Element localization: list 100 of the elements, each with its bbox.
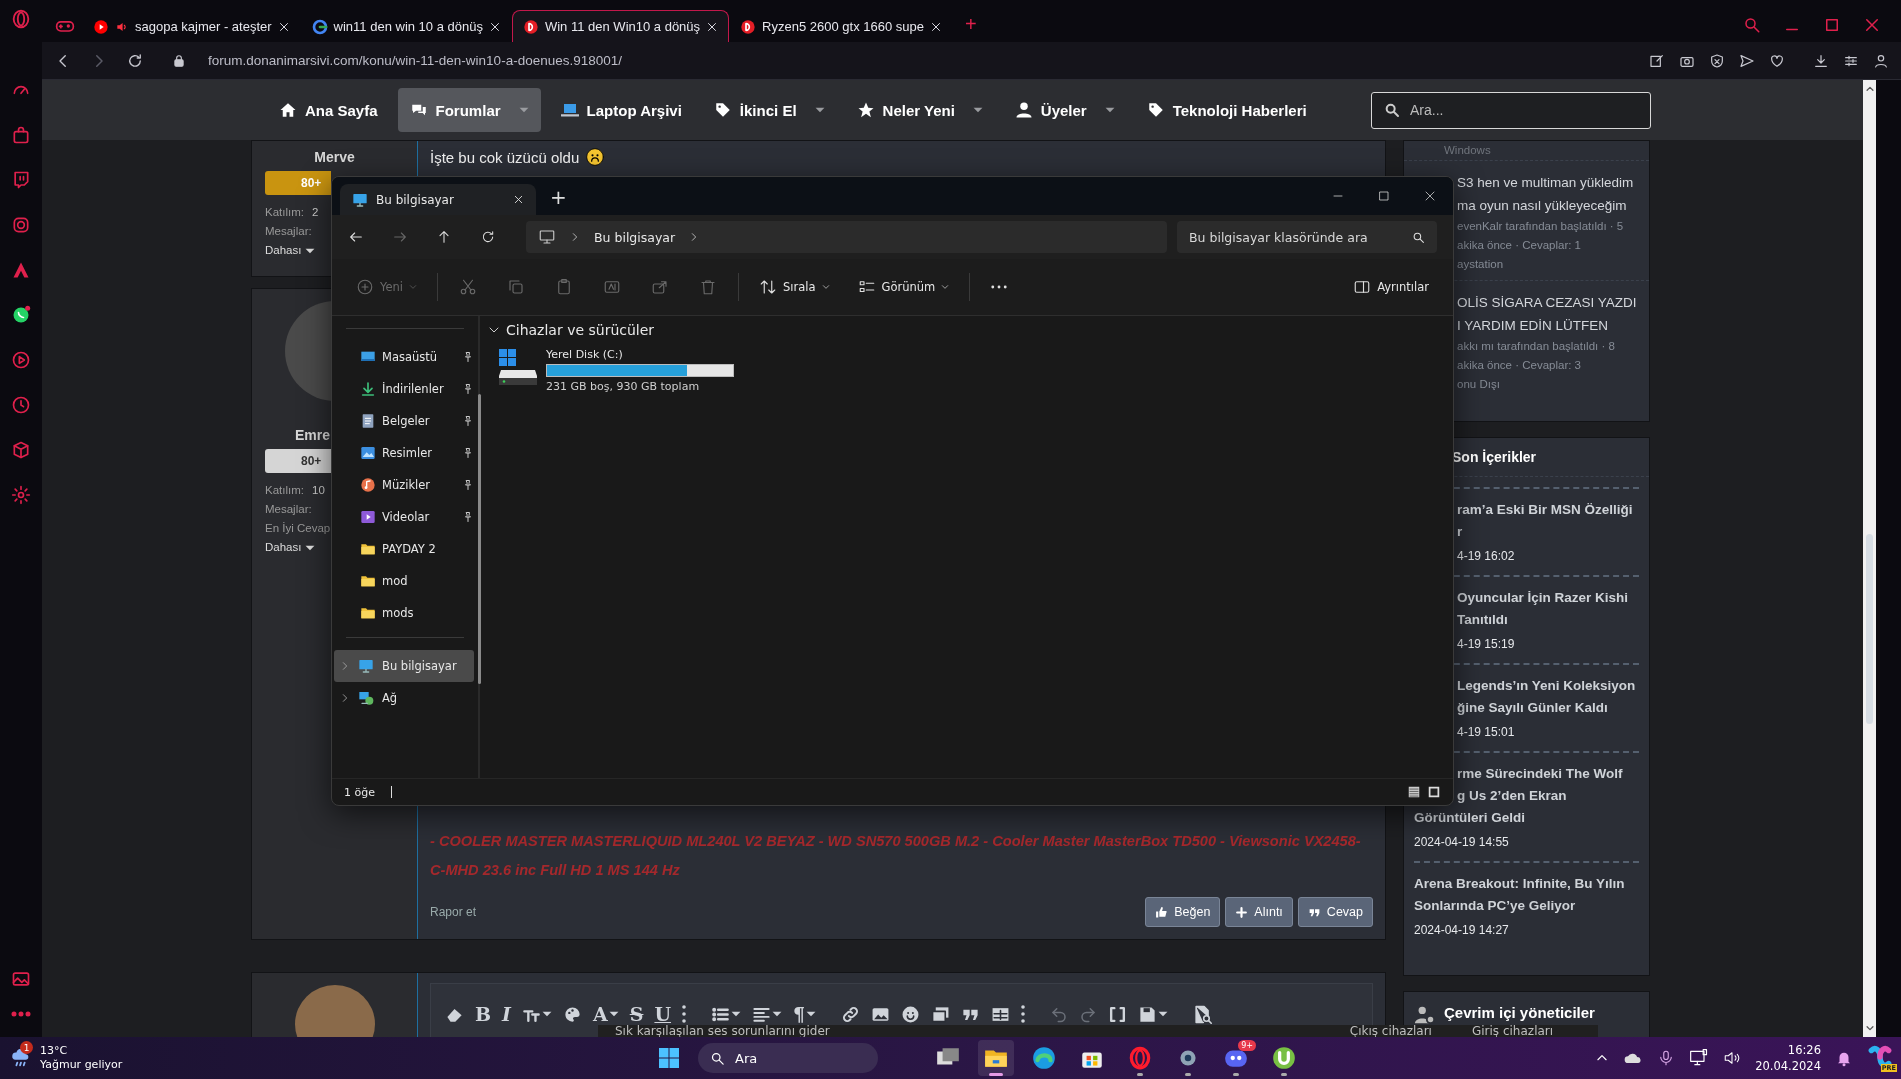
italic-button[interactable]: I xyxy=(502,1004,511,1024)
nav-pane-item[interactable]: İndirilenler xyxy=(334,373,474,405)
nav-pane-item[interactable]: Belgeler xyxy=(334,405,474,437)
more-icon[interactable] xyxy=(11,1011,31,1017)
nav-pane-item[interactable]: mods xyxy=(334,597,474,629)
group-header[interactable]: Cihazlar ve sürücüler xyxy=(488,322,1445,338)
browser-tab[interactable]: Win 11 den Win10 a dönüş xyxy=(511,10,730,42)
drive-tile[interactable]: Yerel Disk (C:) 231 GB boş, 930 GB toplam xyxy=(488,348,1445,393)
clock-icon[interactable] xyxy=(11,395,31,415)
speaker-icon[interactable] xyxy=(1723,1049,1742,1067)
refresh-icon[interactable] xyxy=(480,229,496,245)
nav-item[interactable]: Üyeler xyxy=(1002,88,1127,132)
sort-button[interactable]: Sırala xyxy=(747,272,842,302)
nav-pane-item[interactable]: Videolar xyxy=(334,501,474,533)
strike-button[interactable]: S xyxy=(629,1004,644,1024)
nav-item[interactable]: Ana Sayfa xyxy=(267,88,390,132)
profile-icon[interactable] xyxy=(1873,52,1889,69)
quote-button[interactable]: Alıntı xyxy=(1225,897,1293,927)
report-link[interactable]: Rapor et xyxy=(430,905,477,919)
redo-button[interactable] xyxy=(1079,1005,1098,1023)
close-icon[interactable] xyxy=(706,20,719,33)
nav-pane-item[interactable]: Masaüstü xyxy=(334,341,474,373)
news-title[interactable]: Arena Breakout: Infinite, Bu Yılın xyxy=(1414,873,1649,895)
troubleshoot-link[interactable]: Sık karşılaşılan ses sorunlarını gider xyxy=(615,1025,830,1037)
browser-tab[interactable]: sagopa kajmer - ateşter xyxy=(82,10,301,42)
image-icon[interactable] xyxy=(11,969,31,989)
more-button[interactable] xyxy=(1021,1005,1026,1023)
nav-item[interactable]: Neler Yeni xyxy=(844,88,995,132)
details-button[interactable]: Ayrıntılar xyxy=(1341,272,1441,302)
scrollbar-thumb[interactable] xyxy=(1866,534,1873,724)
details-view-icon[interactable] xyxy=(1407,785,1421,799)
new-tab-button[interactable]: + xyxy=(953,12,989,42)
breadcrumb-item[interactable]: Bu bilgisayar xyxy=(594,229,676,245)
maximize-icon[interactable] xyxy=(1823,16,1841,34)
nav-item[interactable]: Laptop Arşivi xyxy=(548,88,694,132)
window-tab[interactable]: Bu bilgisayar xyxy=(340,184,536,215)
news-title[interactable]: Tanıtıldı xyxy=(1457,609,1649,631)
undo-button[interactable] xyxy=(1050,1005,1069,1023)
chat-frame-icon[interactable] xyxy=(11,170,31,190)
cube-icon[interactable] xyxy=(11,440,31,460)
bold-button[interactable]: B xyxy=(475,1004,492,1024)
bag-icon[interactable] xyxy=(11,125,31,145)
forum-label[interactable]: aystation xyxy=(1457,255,1649,274)
search-field[interactable]: Ara xyxy=(698,1043,878,1073)
download-icon[interactable] xyxy=(1813,52,1829,69)
news-title[interactable]: Görüntüleri Geldi xyxy=(1414,807,1649,829)
news-title[interactable]: Oyuncular İçin Razer Kishi xyxy=(1457,587,1649,609)
search-field[interactable]: Bu bilgisayar klasöründe ara xyxy=(1177,221,1437,253)
search-field[interactable]: Ara... xyxy=(1371,91,1651,129)
browser-tab[interactable]: win11 den win 10 a dönüş xyxy=(300,10,512,42)
news-title[interactable]: Legends’ın Yeni Koleksiyon xyxy=(1457,675,1649,697)
save-button[interactable] xyxy=(1138,1004,1169,1024)
news-title[interactable]: r xyxy=(1457,521,1649,543)
nav-item[interactable]: İkinci El xyxy=(701,88,837,132)
underline-button[interactable]: U xyxy=(654,1004,671,1024)
clock[interactable]: 16:26 20.04.2024 xyxy=(1755,1042,1821,1074)
new-tab-button[interactable]: + xyxy=(536,184,581,215)
forward-arrow-icon[interactable] xyxy=(392,229,408,245)
more-dropdown[interactable]: Dahası xyxy=(265,241,316,260)
more-dropdown[interactable]: Dahası xyxy=(265,538,316,557)
news-title[interactable]: ğine Sayılı Günler Kaldı xyxy=(1457,697,1649,719)
back-arrow-icon[interactable] xyxy=(348,229,364,245)
forum-label[interactable]: onu Dışı xyxy=(1457,375,1649,394)
phone-bubble-icon[interactable] xyxy=(11,305,31,325)
news-title[interactable]: rme Sürecindeki The Wolf xyxy=(1457,763,1649,785)
more-button[interactable] xyxy=(682,1005,686,1023)
play-circle-icon[interactable] xyxy=(11,350,31,370)
nav-pane-item[interactable]: Ağ xyxy=(334,682,474,714)
media-button[interactable] xyxy=(931,1004,951,1024)
scrollbar[interactable] xyxy=(1863,80,1876,1037)
browser-tab[interactable]: Ryzen5 2600 gtx 1660 supe xyxy=(729,10,953,42)
nav-item[interactable]: Teknoloji Haberleri xyxy=(1134,88,1319,132)
reply-button[interactable]: Cevap xyxy=(1297,897,1373,927)
taskbar-app[interactable]: 9+ xyxy=(1218,1040,1254,1076)
thread-title[interactable]: ma oyun nasıl yükleyeceğim xyxy=(1457,194,1649,217)
view-button[interactable]: Görünüm xyxy=(845,272,962,302)
username[interactable]: Merve xyxy=(314,149,355,165)
nav-pane-item[interactable]: Resimler xyxy=(334,437,474,469)
send-icon[interactable] xyxy=(1739,52,1755,69)
opera-logo-icon[interactable] xyxy=(10,8,32,30)
address-bar[interactable]: Bu bilgisayar xyxy=(526,221,1167,253)
nav-pane-item[interactable]: PAYDAY 2 xyxy=(334,533,474,565)
reload-icon[interactable] xyxy=(126,51,144,70)
username[interactable]: Emre xyxy=(295,427,331,443)
nav-pane-item[interactable]: mod xyxy=(334,565,474,597)
search-icon[interactable] xyxy=(1743,16,1761,34)
input-devices-link[interactable]: Giriş cihazları xyxy=(1471,1025,1554,1037)
brackets-button[interactable] xyxy=(1108,1004,1128,1024)
news-title[interactable]: g Us 2’den Ekran xyxy=(1457,785,1649,807)
url-text[interactable]: forum.donanimarsivi.com/konu/win-11-den-win10-a-doenues.918001/ xyxy=(208,53,622,68)
news-title[interactable]: ram’a Eski Bir MSN Özelliği xyxy=(1457,499,1649,521)
close-icon[interactable] xyxy=(488,20,501,33)
link-button[interactable] xyxy=(841,1004,861,1024)
up-arrow-icon[interactable] xyxy=(436,229,452,245)
shield-icon[interactable] xyxy=(1709,52,1725,69)
news-title[interactable]: Sonlarında PC’ye Geliyor xyxy=(1414,895,1649,917)
close-icon[interactable] xyxy=(930,20,942,33)
nav-item[interactable]: Forumlar xyxy=(397,88,541,132)
triangle-icon[interactable] xyxy=(11,260,31,280)
preview-button[interactable] xyxy=(1193,1004,1213,1024)
